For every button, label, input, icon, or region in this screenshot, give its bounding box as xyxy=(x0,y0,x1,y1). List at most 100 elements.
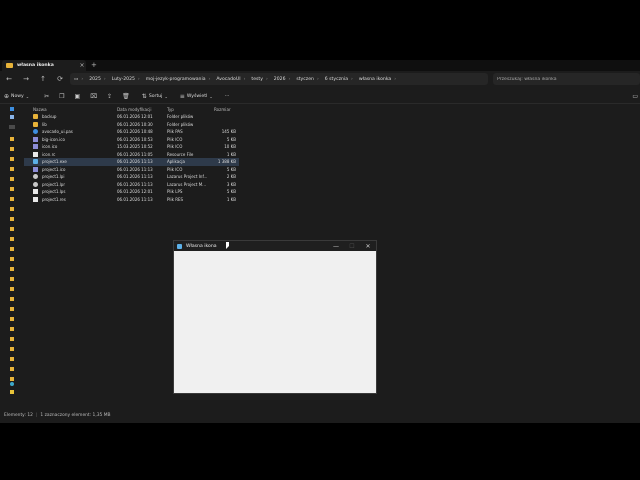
new-button[interactable]: ⊕ Nowy ⌄ xyxy=(4,93,29,100)
refresh-icon[interactable]: ⟳ xyxy=(54,75,66,83)
more-options-button[interactable]: ⋯ xyxy=(225,94,230,99)
search-input[interactable] xyxy=(497,76,627,82)
app-window[interactable]: Własna ikona — ☐ ✕ xyxy=(173,240,377,394)
desktop-icon[interactable]: ▭ xyxy=(74,77,78,82)
breadcrumb-item[interactable]: styczen xyxy=(296,77,314,82)
column-header-size[interactable]: Rozmiar xyxy=(212,107,239,112)
pinned-folder-icon[interactable] xyxy=(10,207,14,211)
pinned-folder-icon[interactable] xyxy=(10,217,14,221)
pinned-folder-icon[interactable] xyxy=(9,125,15,129)
file-row[interactable]: big-icon.ico 06.01.2026 10:53 Plik ICO 5… xyxy=(24,136,239,144)
pinned-folder-icon[interactable] xyxy=(10,167,14,171)
app-window-client-area[interactable] xyxy=(174,251,376,393)
pinned-folder-icon[interactable] xyxy=(10,177,14,181)
pinned-folder-icon[interactable] xyxy=(10,317,14,321)
file-row[interactable]: avocado_ui.pas 06.01.2026 10:48 Plik PAS… xyxy=(24,128,239,136)
share-icon[interactable]: ⇪ xyxy=(107,93,112,100)
gallery-icon[interactable] xyxy=(10,115,14,119)
pinned-folder-icon[interactable] xyxy=(10,237,14,241)
pinned-folder-icon[interactable] xyxy=(10,267,14,271)
pinned-folder-icon[interactable] xyxy=(10,367,14,371)
app-window-titlebar[interactable]: Własna ikona — ☐ ✕ xyxy=(174,241,376,251)
pinned-folder-icon[interactable] xyxy=(10,307,14,311)
pinned-folder-icon[interactable] xyxy=(10,357,14,361)
pinned-folder-icon[interactable] xyxy=(10,297,14,301)
breadcrumb-item[interactable]: AvocadoUI xyxy=(216,77,240,82)
cut-icon[interactable]: ✂ xyxy=(44,93,49,100)
up-arrow-icon[interactable]: ↑ xyxy=(37,75,49,83)
file-row[interactable]: project1.lpi 06.01.2026 11:13 Lazarus Pr… xyxy=(24,173,239,181)
pinned-folder-icon[interactable] xyxy=(10,157,14,161)
pinned-folder-icon[interactable] xyxy=(10,147,14,151)
delete-icon[interactable]: 🗑 xyxy=(122,93,130,100)
view-list-icon: ≡ xyxy=(179,93,185,100)
chevron-right-icon: › xyxy=(208,76,211,82)
file-type: Lazarus Project Inf... xyxy=(167,174,208,180)
breadcrumb-item[interactable]: 2025 xyxy=(89,77,101,82)
breadcrumb-item[interactable]: testy xyxy=(251,77,263,82)
breadcrumb-item-current[interactable]: własna ikonka xyxy=(359,77,391,82)
file-row[interactable]: icon.rc 06.01.2026 11:05 Resource File 1… xyxy=(24,151,239,159)
sort-button[interactable]: ⇅ Sortuj ⌄ xyxy=(142,93,168,100)
file-row[interactable]: backup 06.01.2026 12:01 Folder plików xyxy=(24,113,239,121)
breadcrumb-item[interactable]: 6 stycznia xyxy=(325,77,348,82)
file-size: 10 KB xyxy=(224,144,236,150)
file-row[interactable]: icon.ico 15.03.2025 10:52 Plik ICO 10 KB xyxy=(24,143,239,151)
breadcrumb-item[interactable]: moj-jezyk-programowania xyxy=(146,77,206,82)
file-row[interactable]: project1.ico 06.01.2026 11:13 Plik ICO 5… xyxy=(24,166,239,174)
app-icon xyxy=(177,243,182,249)
file-row-selected[interactable]: project1.exe 06.01.2026 11:13 Aplikacja … xyxy=(24,158,239,166)
maximize-icon[interactable]: ☐ xyxy=(344,243,360,250)
forward-arrow-icon[interactable]: → xyxy=(20,75,32,83)
close-icon[interactable]: ✕ xyxy=(360,243,376,250)
back-arrow-icon[interactable]: ← xyxy=(3,75,15,83)
paste-icon[interactable]: ▣ xyxy=(75,93,81,100)
file-date: 06.01.2026 10:30 xyxy=(117,121,153,127)
file-row[interactable]: project1.lpr 06.01.2026 11:13 Lazarus Pr… xyxy=(24,181,239,189)
file-date: 06.01.2026 12:01 xyxy=(117,189,153,195)
pinned-folder-icon[interactable] xyxy=(10,347,14,351)
tab-label: własna ikonka xyxy=(17,63,54,68)
pinned-folder-icon[interactable] xyxy=(10,227,14,231)
breadcrumb-item[interactable]: 2026 xyxy=(274,77,286,82)
network-icon[interactable] xyxy=(10,382,14,386)
status-separator: | xyxy=(35,412,38,418)
file-size: 3 KB xyxy=(226,181,236,187)
rename-icon[interactable]: ⌧ xyxy=(90,93,97,100)
pinned-folder-icon[interactable] xyxy=(10,137,14,141)
column-header-name[interactable]: Nazwa xyxy=(29,107,117,112)
pinned-folder-icon[interactable] xyxy=(10,327,14,331)
pinned-folder-icon[interactable] xyxy=(10,337,14,341)
file-row[interactable]: project1.res 06.01.2026 11:13 Plik RES 1… xyxy=(24,196,239,204)
pinned-folder-icon[interactable] xyxy=(10,187,14,191)
pascal-file-icon xyxy=(33,129,38,135)
tab-close-icon[interactable]: × xyxy=(78,62,86,69)
pinned-folder-icon[interactable] xyxy=(10,277,14,281)
pinned-folder-icon[interactable] xyxy=(10,197,14,201)
search-box[interactable] xyxy=(493,73,640,85)
details-pane-icon[interactable]: ▭ xyxy=(632,93,638,100)
copy-icon[interactable]: ❐ xyxy=(59,93,64,100)
view-label: Wyświetl xyxy=(186,94,208,99)
address-bar[interactable]: ▭ › 2025 › Luty-2025 › moj-jezyk-program… xyxy=(70,73,488,85)
breadcrumb-item[interactable]: Luty-2025 xyxy=(112,77,135,82)
new-tab-button[interactable]: + xyxy=(91,60,97,71)
file-date: 06.01.2026 11:13 xyxy=(117,166,153,172)
view-button[interactable]: ≡ Wyświetl ⌄ xyxy=(180,93,213,100)
file-row[interactable]: project1.lps 06.01.2026 12:01 Plik LPS 5… xyxy=(24,188,239,196)
minimize-icon[interactable]: — xyxy=(328,243,344,250)
lazarus-file-icon xyxy=(33,174,38,180)
pinned-folder-icon[interactable] xyxy=(10,287,14,291)
tab-wlasna-ikonka[interactable]: własna ikonka × xyxy=(2,60,86,71)
linux-icon[interactable] xyxy=(10,390,14,394)
column-header-type[interactable]: Typ xyxy=(167,107,212,112)
file-row[interactable]: lib 06.01.2026 10:30 Folder plików xyxy=(24,121,239,129)
column-header-date[interactable]: Data modyfikacji xyxy=(117,107,167,112)
chevron-down-icon: ⌄ xyxy=(164,94,168,99)
pinned-folder-icon[interactable] xyxy=(10,257,14,261)
chevron-right-icon: › xyxy=(288,76,291,82)
quick-access-icon[interactable] xyxy=(10,107,14,111)
pinned-folder-icon[interactable] xyxy=(10,377,14,381)
pinned-folder-icon[interactable] xyxy=(10,247,14,251)
file-name: project1.ico xyxy=(29,166,117,172)
